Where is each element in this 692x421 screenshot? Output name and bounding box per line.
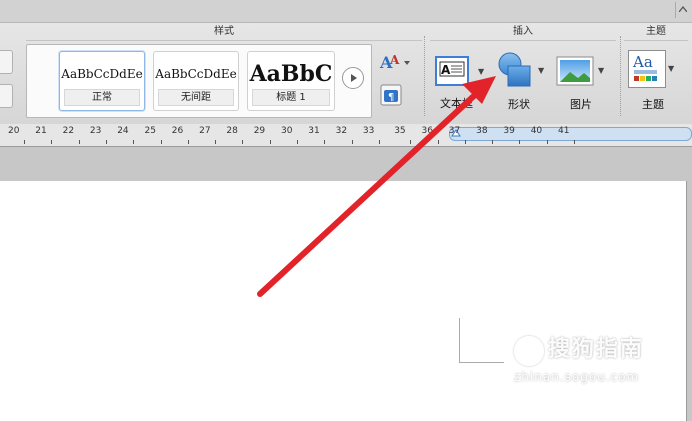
watermark-url: zhinan.sogou.com <box>514 370 640 384</box>
watermark-name: 搜狗指南 <box>548 337 645 362</box>
sogou-watermark: S 搜狗指南 zhinan.sogou.com <box>514 336 682 396</box>
sogou-logo-icon: S <box>514 336 544 366</box>
